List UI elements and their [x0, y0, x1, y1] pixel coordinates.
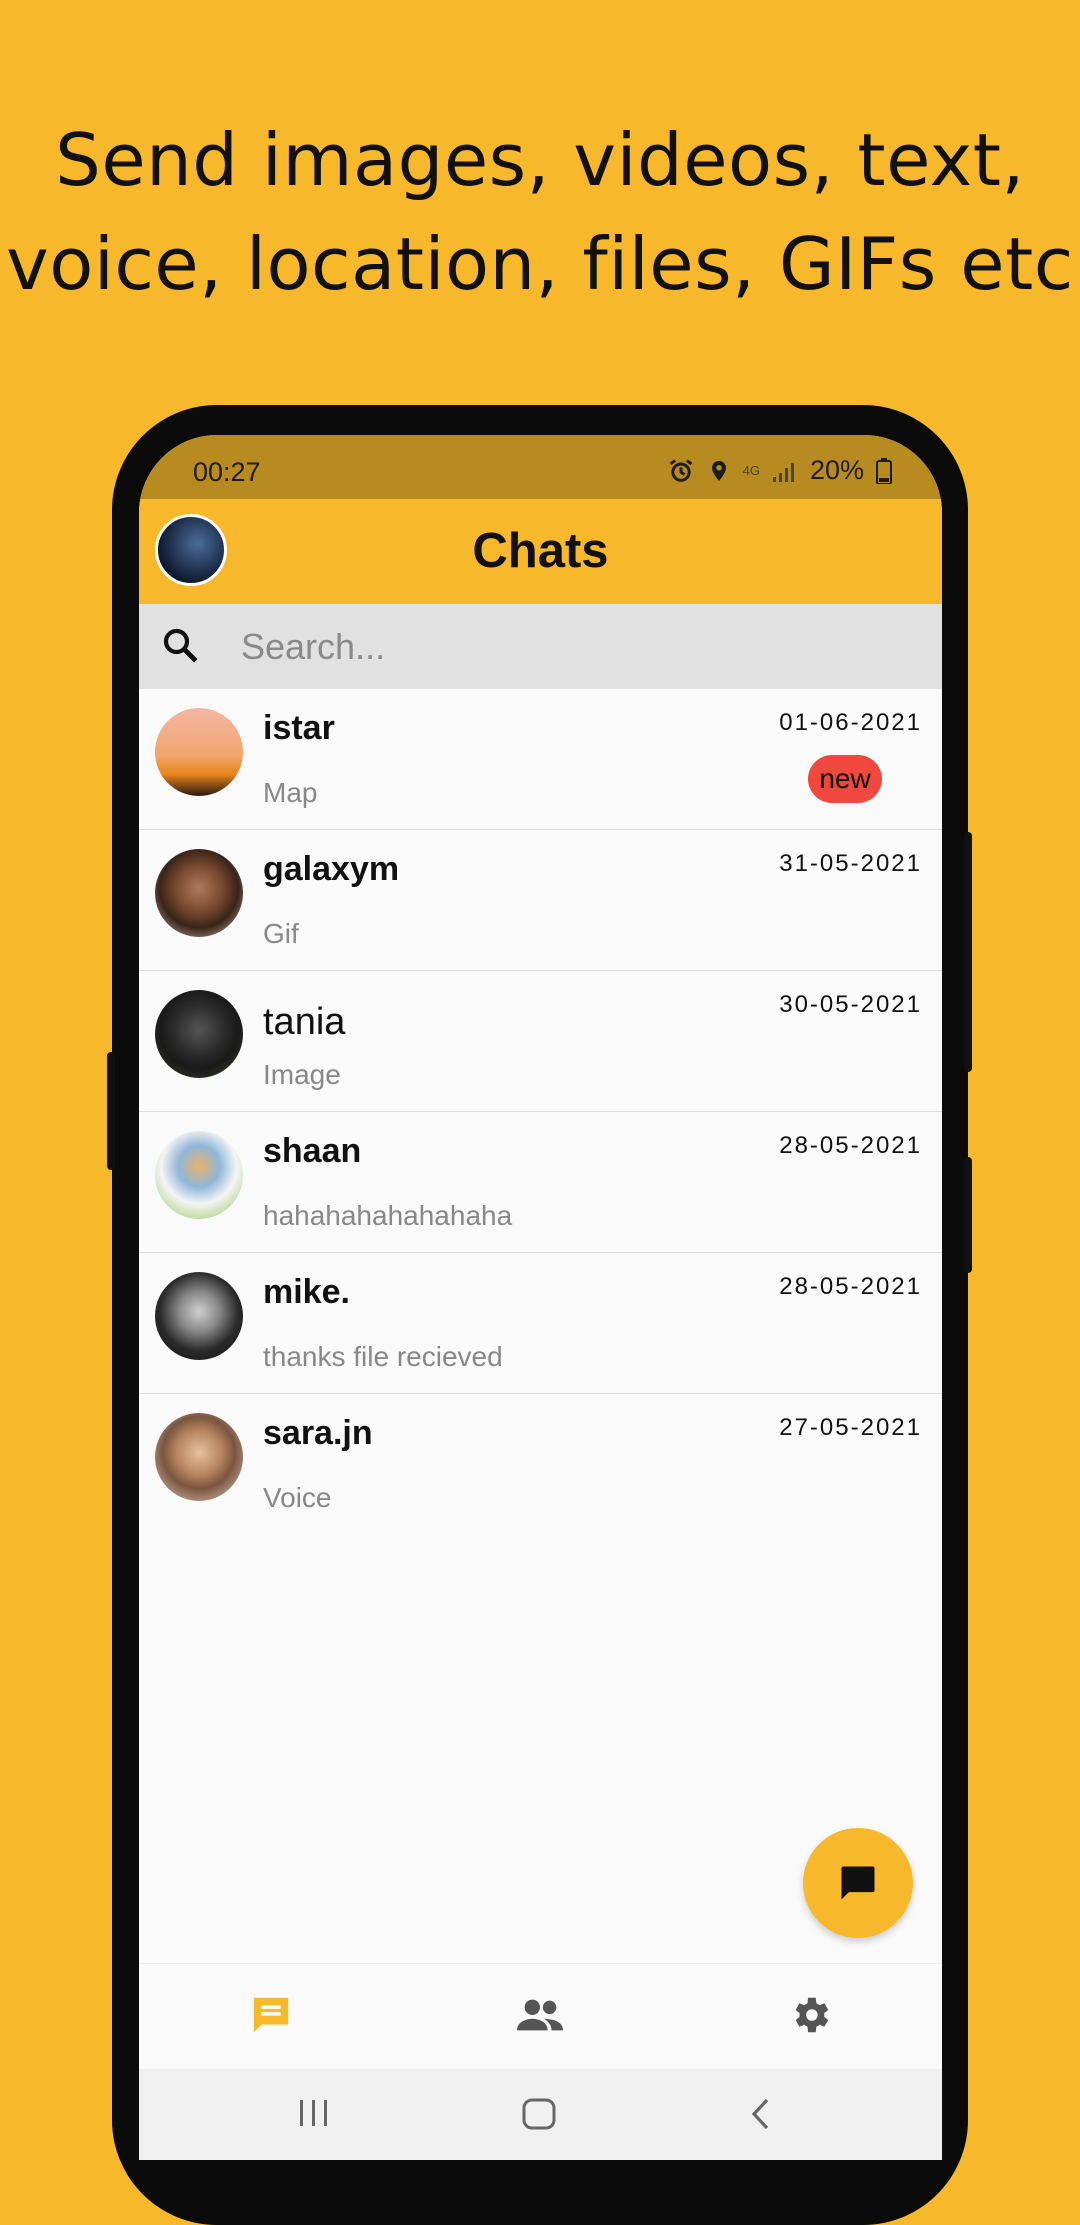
volume-button — [107, 1052, 115, 1170]
back-icon[interactable] — [747, 2097, 775, 2131]
search-input[interactable]: Search... — [241, 626, 385, 668]
last-message: Gif — [263, 918, 299, 949]
side-button — [964, 1157, 972, 1273]
app-bar: Chats — [139, 499, 942, 604]
page-title: Chats — [472, 524, 609, 578]
battery-icon — [876, 457, 892, 484]
contact-avatar — [155, 849, 243, 937]
new-badge: new — [808, 755, 882, 803]
chat-row[interactable]: tania Image 30-05-2021 — [139, 971, 942, 1112]
search-icon — [163, 628, 198, 663]
contact-name: sara.jn — [263, 1414, 373, 1452]
contact-avatar — [155, 1413, 243, 1501]
new-chat-button[interactable] — [803, 1828, 913, 1938]
network-type: 4G — [742, 462, 760, 478]
settings-icon — [795, 1997, 829, 2033]
status-time: 00:27 — [193, 457, 261, 487]
chat-date: 28-05-2021 — [779, 1132, 922, 1159]
nav-chats[interactable] — [246, 1992, 296, 2042]
chat-row[interactable]: sara.jn Voice 27-05-2021 — [139, 1394, 942, 1534]
status-bar: 00:27 4G 20% — [139, 435, 942, 499]
system-navigation-bar — [139, 2069, 942, 2160]
chat-icon — [253, 1997, 289, 2033]
alarm-icon — [669, 458, 692, 482]
contact-avatar — [155, 1272, 243, 1360]
power-button — [964, 832, 972, 1072]
message-icon — [841, 1866, 875, 1900]
home-icon[interactable] — [521, 2097, 557, 2131]
last-message: hahahahahahahaha — [263, 1200, 513, 1231]
chat-date: 30-05-2021 — [779, 991, 922, 1018]
signal-icon — [772, 462, 794, 482]
contact-name: galaxym — [263, 850, 400, 888]
contact-name: tania — [263, 1001, 346, 1043]
contact-name: istar — [263, 709, 335, 747]
nav-settings[interactable] — [785, 1992, 835, 2042]
chat-date: 01-06-2021 — [779, 709, 922, 736]
last-message: thanks file recieved — [263, 1341, 503, 1372]
chat-row[interactable]: istar Map 01-06-2021 new — [139, 689, 942, 830]
nav-contacts[interactable] — [515, 1992, 565, 2042]
contact-name: mike. — [263, 1273, 350, 1311]
chat-row[interactable]: galaxym Gif 31-05-2021 — [139, 830, 942, 971]
chat-date: 28-05-2021 — [779, 1273, 922, 1300]
chat-list: istar Map 01-06-2021 new galaxym Gif 31-… — [139, 689, 942, 1534]
location-icon — [711, 460, 726, 481]
promo-headline: Send images, videos, text, voice, locati… — [0, 108, 1080, 316]
last-message: Voice — [263, 1482, 332, 1513]
contact-name: shaan — [263, 1132, 362, 1170]
contact-avatar — [155, 1131, 243, 1219]
bottom-navigation — [139, 1963, 942, 2070]
contact-avatar — [155, 990, 243, 1078]
search-bar[interactable]: Search... — [139, 604, 942, 689]
promo-line-1: Send images, videos, text, — [55, 118, 1025, 202]
phone-screen: 00:27 4G 20% Chats Search... istar Map 0… — [139, 435, 942, 2160]
chat-row[interactable]: shaan hahahahahahahaha 28-05-2021 — [139, 1112, 942, 1253]
chat-date: 31-05-2021 — [779, 850, 922, 877]
status-icons: 4G 20% — [667, 455, 892, 486]
promo-line-2: voice, location, files, GIFs etc — [6, 222, 1074, 306]
contact-avatar — [155, 708, 243, 796]
last-message: Map — [263, 777, 318, 808]
people-icon — [517, 1999, 563, 2031]
chat-row[interactable]: mike. thanks file recieved 28-05-2021 — [139, 1253, 942, 1394]
recent-apps-icon[interactable] — [296, 2097, 332, 2129]
battery-text: 20% — [809, 455, 864, 485]
last-message: Image — [263, 1059, 341, 1090]
chat-date: 27-05-2021 — [779, 1414, 922, 1441]
